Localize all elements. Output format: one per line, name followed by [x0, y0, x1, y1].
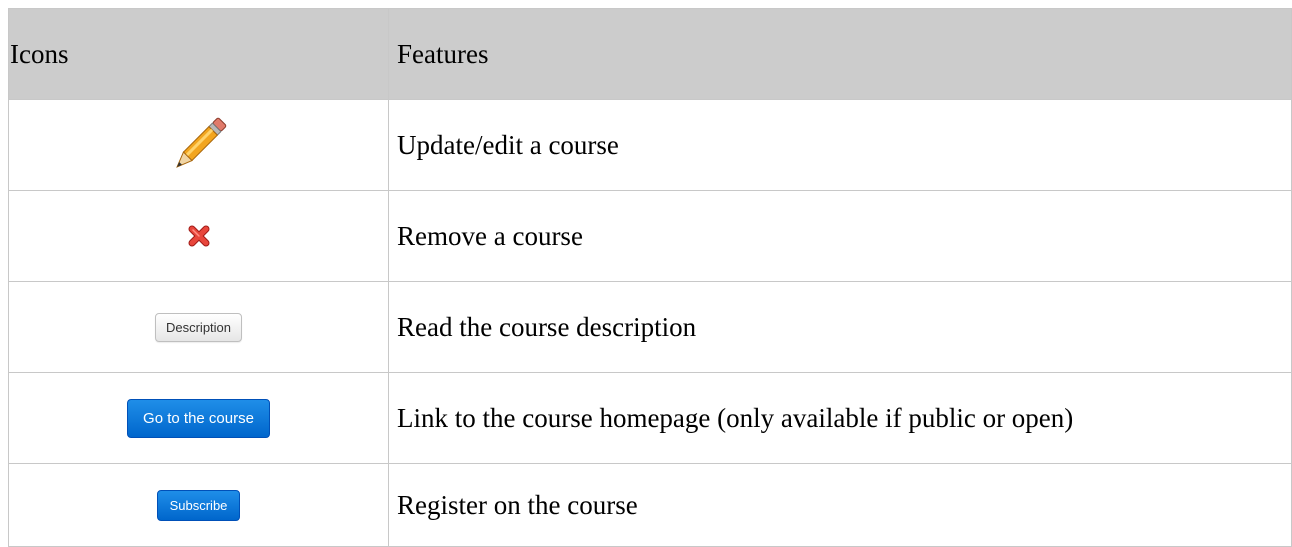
- feature-text: Update/edit a course: [388, 99, 1292, 191]
- icon-cell: Go to the course: [8, 372, 389, 464]
- table-row: Go to the course Link to the course home…: [8, 372, 1292, 464]
- go-to-course-button[interactable]: Go to the course: [127, 398, 270, 438]
- feature-text: Link to the course homepage (only availa…: [388, 372, 1292, 464]
- table-header-row: Icons Features: [8, 8, 1292, 100]
- table-row: Update/edit a course: [8, 99, 1292, 191]
- pencil-icon[interactable]: [169, 117, 229, 168]
- icon-cell: Subscribe: [8, 463, 389, 547]
- table-row: Subscribe Register on the course: [8, 463, 1292, 547]
- subscribe-button[interactable]: Subscribe: [156, 489, 241, 521]
- feature-text: Register on the course: [388, 463, 1292, 547]
- header-icons: Icons: [8, 8, 389, 100]
- table-row: Remove a course: [8, 190, 1292, 282]
- close-icon[interactable]: [187, 225, 211, 247]
- icon-cell: Description: [8, 281, 389, 373]
- feature-text: Remove a course: [388, 190, 1292, 282]
- icon-cell: [8, 190, 389, 282]
- features-table: Icons Features Update/edit a course Remo…: [8, 8, 1292, 547]
- description-button[interactable]: Description: [154, 312, 243, 342]
- header-features: Features: [388, 8, 1292, 100]
- feature-text: Read the course description: [388, 281, 1292, 373]
- table-row: Description Read the course description: [8, 281, 1292, 373]
- icon-cell: [8, 99, 389, 191]
